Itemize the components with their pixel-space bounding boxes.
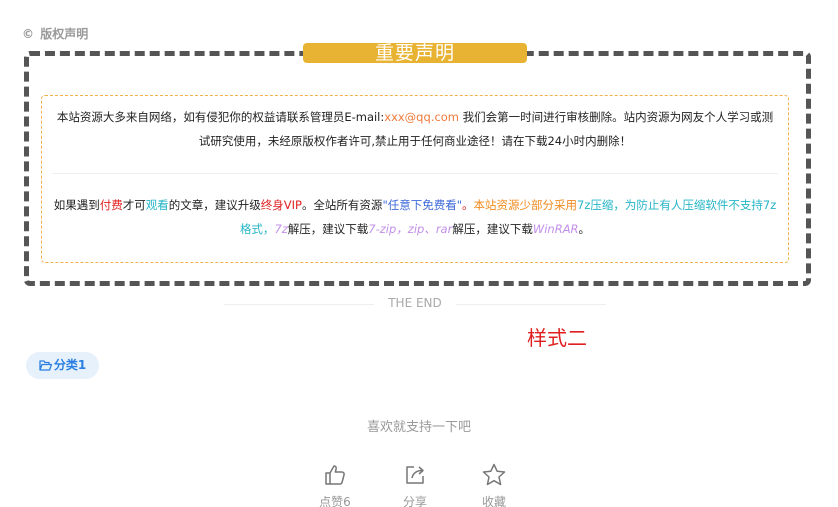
share-label: 分享	[402, 495, 427, 507]
favorite-label: 收藏	[481, 495, 506, 507]
notice-paragraph-2: 如果遇到付费才可观看的文章，建议升级终身VIP。全站所有资源"任意下免费看"。本…	[52, 193, 778, 241]
thumbs-up-icon	[325, 465, 345, 485]
favorite-button[interactable]: 收藏	[464, 463, 524, 507]
para2-text-8: 。	[578, 222, 591, 236]
contact-email-link[interactable]: xxx@qq.com	[384, 110, 459, 124]
folder-open-icon	[39, 360, 52, 371]
post-footer-area: © 版权声明 重要声明 本站资源大多来自网络，如有侵犯你的权益请联系管理员E-m…	[0, 0, 838, 507]
the-end-line-right	[456, 304, 606, 305]
7z-highlight: 7z压缩	[577, 198, 614, 212]
7z-format-label: 7z	[274, 222, 288, 236]
vip-highlight: 终身VIP	[260, 198, 302, 212]
para2-text-7: 解压，建议下载	[452, 222, 533, 236]
copyright-text: 版权声明	[40, 27, 89, 41]
style-label: 样式二	[527, 326, 587, 350]
copyright-icon: ©	[22, 27, 34, 41]
copyright-label: © 版权声明	[22, 25, 88, 42]
compression-note: 本站资源少部分采用	[473, 198, 578, 212]
paid-highlight: 付费	[99, 198, 123, 212]
para2-text-3: 的文章，建议升级	[168, 198, 261, 212]
view-highlight: 观看	[145, 198, 169, 212]
the-end-line-left	[224, 304, 374, 305]
support-prompt: 喜欢就支持一下吧	[366, 420, 471, 435]
share-button[interactable]: 分享	[385, 463, 445, 507]
para2-text-6: 解压，建议下载	[287, 222, 369, 236]
notice-title: 重要声明	[303, 43, 527, 63]
7zip-link[interactable]: 7-zip	[368, 222, 396, 236]
like-button[interactable]: 点赞6	[305, 463, 365, 507]
star-icon	[482, 463, 506, 486]
para2-text-1: 如果遇到	[53, 198, 100, 212]
notice-divider	[52, 173, 778, 174]
share-icon	[406, 466, 424, 484]
notice-content-box: 本站资源大多来自网络，如有侵犯你的权益请联系管理员E-mail:xxx@qq.c…	[41, 95, 789, 263]
para2-text-4: 。全站所有资源	[301, 198, 383, 212]
the-end-text: THE END	[388, 296, 442, 310]
para2-text-2: 才可	[122, 198, 146, 212]
para1-prefix: 本站资源大多来自网络，如有侵犯你的权益请联系管理员E-mail:	[56, 110, 385, 124]
category-label: 分类1	[53, 358, 87, 372]
notice-paragraph-1: 本站资源大多来自网络，如有侵犯你的权益请联系管理员E-mail:xxx@qq.c…	[52, 105, 778, 153]
category-tag[interactable]: 分类1	[26, 352, 99, 379]
para2-sep: ，	[396, 222, 408, 236]
like-label: 点赞6	[319, 495, 351, 507]
winrar-link[interactable]: WinRAR	[533, 222, 579, 236]
para2-text-5: 。	[462, 198, 474, 212]
free-highlight: "任意下免费看"	[382, 198, 463, 212]
zip-rar-label: zip、rar	[407, 222, 453, 236]
the-end-separator: THE END	[224, 296, 606, 310]
